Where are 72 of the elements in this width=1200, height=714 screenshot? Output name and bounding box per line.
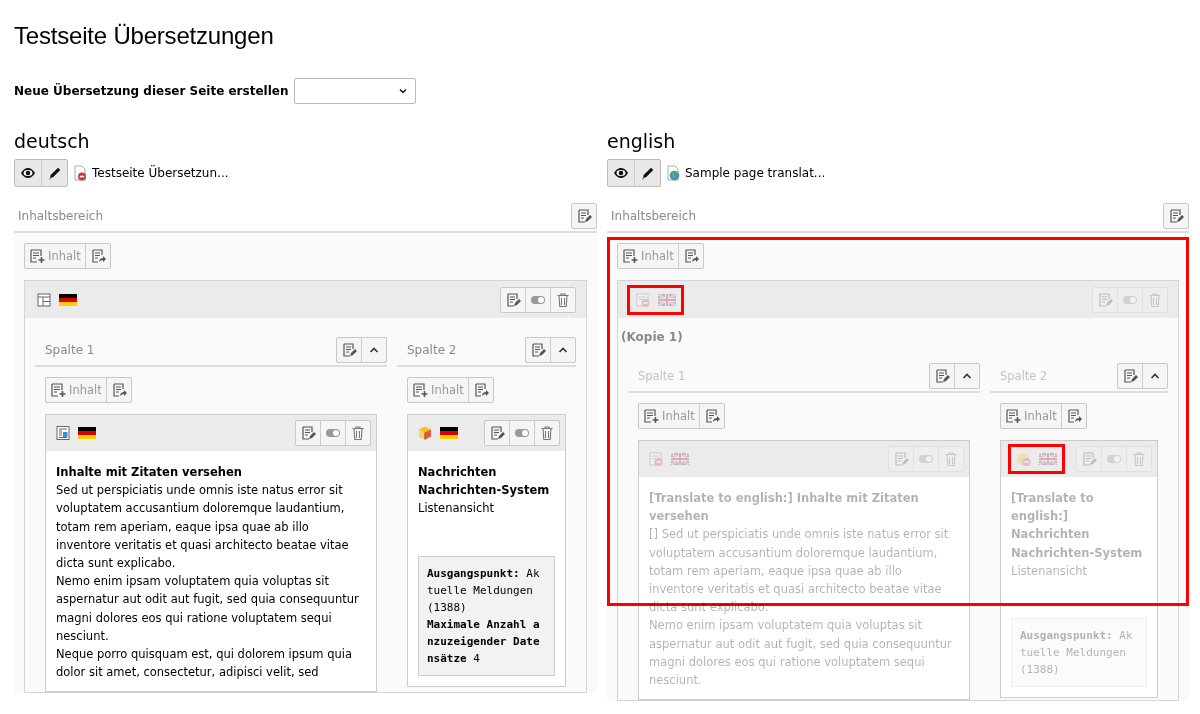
info-line: Maximale Anzahl anzuzeigender Datensätze 4 <box>427 616 541 667</box>
edit-icon <box>505 291 521 308</box>
page-title[interactable]: Testseite Übersetzun... <box>92 166 229 180</box>
trash-icon <box>350 425 366 441</box>
paragraph: Nemo enim ipsam voluptatem quia voluptas sit aspernatur aut odit aut fugit, sed quia consequuntur magni dolores eos qui ratione voluptatem sequi nesciunt. <box>649 617 953 690</box>
area-title: Inhaltsbereich <box>611 209 696 223</box>
edit-icon <box>1168 208 1184 224</box>
new-content-icon <box>50 382 66 398</box>
edit-icon <box>934 367 950 384</box>
paragraph: Sed ut perspiciatis unde omnis iste natus error sit voluptatem accusantium doloremque laudantium, totam rem aperiam, eaque ipsa quae ab illo inventore veritatis et quasi architecto beatae vitae dicta sunt explicabo. <box>56 482 350 572</box>
paragraph: Neque porro quisquam est, qui dolorem ipsum quia dolor sit amet, consectetur, adipisci velit, sed <box>56 646 354 682</box>
edit-icon <box>300 425 316 441</box>
edit-icon <box>341 341 357 358</box>
trash-icon <box>1147 291 1163 308</box>
eye-icon <box>613 165 629 181</box>
edit-icon <box>1122 367 1138 384</box>
edit-icon <box>893 451 909 467</box>
page-heading: Testseite Übersetzungen <box>14 22 275 50</box>
edit-icon <box>1097 291 1113 308</box>
german-flag-icon <box>440 427 458 439</box>
element-subtitle: Listenansicht <box>1011 562 1089 580</box>
info-line: Ausgangspunkt: Aktuelle Meldungen (1388) <box>1020 628 1134 678</box>
edit-icon <box>530 341 546 358</box>
element-heading: [Translate to english:] Nachrichten Nachrichten-System <box>1011 490 1144 562</box>
element-heading: Nachrichten Nachrichten-System <box>418 464 551 500</box>
text-image-icon <box>55 425 71 441</box>
pencil-icon <box>46 165 63 181</box>
element-hidden-icon <box>648 451 664 467</box>
uk-flag-icon <box>671 453 689 465</box>
page-title[interactable]: Sample page translat... <box>685 166 826 180</box>
new-content-icon <box>412 382 428 398</box>
paste-icon <box>89 248 106 264</box>
page-globe-icon <box>665 165 681 181</box>
new-content-icon <box>622 248 638 264</box>
new-content-icon <box>1005 408 1021 424</box>
page-hidden-icon <box>72 165 88 181</box>
paragraph: Nemo enim ipsam voluptatem quia voluptas sit aspernatur aut odit aut fugit, sed quia consequuntur magni dolores eos qui ratione voluptatem sequi nesciunt. <box>56 573 360 645</box>
paste-icon <box>1065 408 1082 424</box>
info-line: Ausgangspunkt: Aktuelle Meldungen (1388) <box>427 565 541 616</box>
trash-icon <box>1131 451 1147 467</box>
language-heading: english <box>607 130 677 152</box>
trash-icon <box>943 451 959 467</box>
element-hidden-icon <box>635 291 651 308</box>
trash-icon <box>539 425 555 441</box>
element-heading: Inhalte mit Zitaten versehen <box>56 464 243 481</box>
new-content-icon <box>29 248 45 264</box>
copy-note: (Kopie 1) <box>620 329 684 344</box>
column-title: Spalte 2 <box>407 342 457 357</box>
paste-icon <box>472 382 489 398</box>
grid-icon <box>36 291 52 308</box>
column-title: Spalte 1 <box>45 342 95 357</box>
uk-flag-icon <box>658 293 676 306</box>
element-heading: [Translate to english:] Inhalte mit Zitaten versehen <box>649 490 920 526</box>
cube-hidden-icon <box>1016 451 1032 467</box>
german-flag-icon <box>78 427 96 439</box>
field-label: Neue Übersetzung dieser Seite erstellen <box>14 84 289 98</box>
area-title: Inhaltsbereich <box>18 209 103 223</box>
german-flag-icon <box>59 293 77 306</box>
edit-icon <box>576 208 592 224</box>
edit-icon <box>489 425 505 441</box>
paste-icon <box>703 408 720 424</box>
pencil-icon <box>639 165 656 181</box>
cube-icon <box>417 425 433 441</box>
uk-flag-icon <box>1039 453 1057 465</box>
paste-icon <box>110 382 127 398</box>
paste-icon <box>682 248 699 264</box>
element-subtitle: Listenansicht <box>418 500 496 518</box>
language-heading: deutsch <box>14 130 91 152</box>
edit-icon <box>1081 451 1097 467</box>
new-content-icon <box>643 408 659 424</box>
eye-icon <box>20 165 36 181</box>
trash-icon <box>555 291 571 308</box>
